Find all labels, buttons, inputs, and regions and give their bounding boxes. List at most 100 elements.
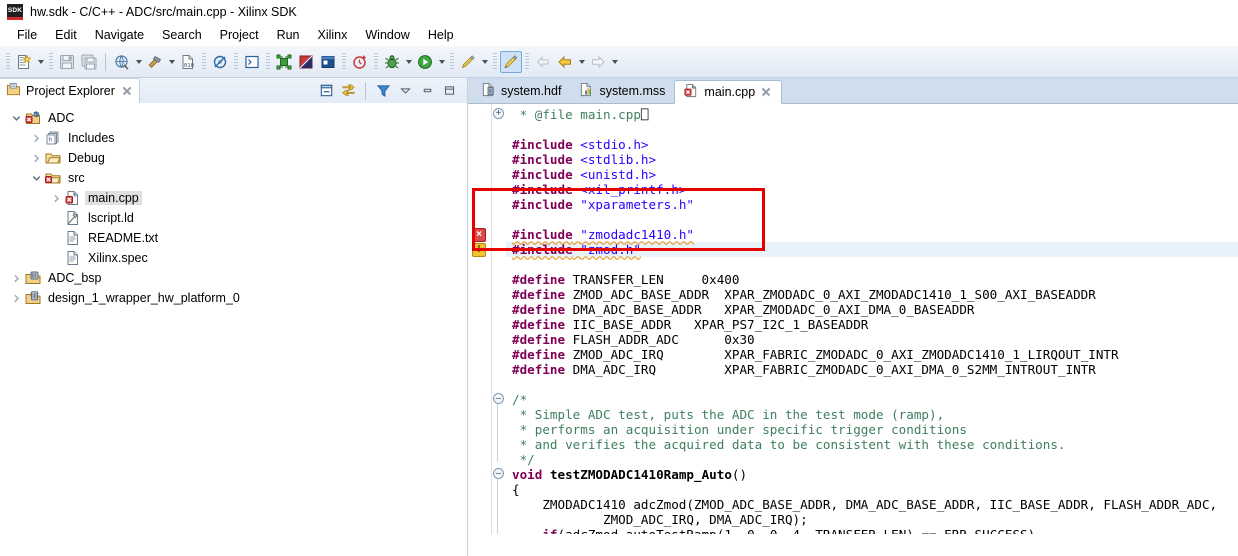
tree-item-lscript-ld[interactable]: lscript.ld <box>0 208 467 228</box>
print-icon[interactable] <box>111 51 133 73</box>
code-line[interactable]: void testZMODADC1410Ramp_Auto() <box>506 467 1238 482</box>
code-line[interactable]: * Simple ADC test, puts the ADC in the t… <box>506 407 1238 422</box>
repositories-icon[interactable] <box>349 51 371 73</box>
menu-xilinx[interactable]: Xilinx <box>309 26 357 44</box>
fold-collapse-icon[interactable]: – <box>493 393 504 404</box>
minimize-icon[interactable] <box>417 81 437 101</box>
code-line[interactable]: #define FLASH_ADDR_ADC 0x30 <box>506 332 1238 347</box>
maximize-icon[interactable] <box>439 81 459 101</box>
open-terminal-icon[interactable] <box>241 51 263 73</box>
project-explorer-tab[interactable]: Project Explorer <box>0 78 140 103</box>
code-line[interactable] <box>506 377 1238 392</box>
toolbar-grip[interactable] <box>266 52 270 71</box>
code-line[interactable]: * performs an acquisition under specific… <box>506 422 1238 437</box>
code-line[interactable]: * @file main.cpp⎕ <box>506 107 1238 122</box>
external-tools-dropdown-arrow-icon[interactable] <box>479 51 490 73</box>
menu-help[interactable]: Help <box>419 26 463 44</box>
source-editor[interactable]: × ! + – – * @file main.cpp⎕ #include <st… <box>468 104 1238 534</box>
chevron-right-icon[interactable] <box>28 130 44 146</box>
code-line[interactable]: #define DMA_ADC_BASE_ADDR XPAR_ZMODADC_0… <box>506 302 1238 317</box>
menu-run[interactable]: Run <box>268 26 309 44</box>
debug-bug-icon[interactable] <box>381 51 403 73</box>
toolbar-grip[interactable] <box>374 52 378 71</box>
new-icon[interactable] <box>13 51 35 73</box>
new-c-file-icon[interactable]: 010 <box>177 51 199 73</box>
build-hammer-icon[interactable] <box>144 51 166 73</box>
toolbar-grip[interactable] <box>202 52 206 71</box>
menu-navigate[interactable]: Navigate <box>86 26 153 44</box>
chevron-right-icon[interactable] <box>48 190 64 206</box>
save-icon[interactable] <box>56 51 78 73</box>
filter-icon[interactable] <box>373 81 393 101</box>
code-line[interactable] <box>506 122 1238 137</box>
toolbar-grip[interactable] <box>342 52 346 71</box>
chevron-right-icon[interactable] <box>28 150 44 166</box>
code-line[interactable]: if(adcZmod.autoTestRamp(1, 0, 0, 4, TRAN… <box>506 527 1238 534</box>
tab-main-cpp[interactable]: c main.cpp <box>674 80 783 104</box>
tree-item-debug[interactable]: Debug <box>0 148 467 168</box>
code-content[interactable]: * @file main.cpp⎕ #include <stdio.h> #inc… <box>506 104 1238 534</box>
create-boot-image-icon[interactable] <box>317 51 339 73</box>
code-line[interactable]: #include "xparameters.h" <box>506 197 1238 212</box>
code-line[interactable] <box>506 257 1238 272</box>
previous-dropdown-arrow-icon[interactable] <box>576 51 587 73</box>
marker-pen-icon[interactable] <box>500 50 522 73</box>
tree-item-readme-txt[interactable]: README.txt <box>0 228 467 248</box>
tree-item-main-cpp[interactable]: c main.cpp <box>0 188 467 208</box>
error-marker-icon[interactable]: × <box>472 228 486 242</box>
code-line[interactable]: #include <stdlib.h> <box>506 152 1238 167</box>
menu-project[interactable]: Project <box>211 26 268 44</box>
tree-item-includes[interactable]: h Includes <box>0 128 467 148</box>
tree-item-hw-platform[interactable]: design_1_wrapper_hw_platform_0 <box>0 288 467 308</box>
code-line[interactable]: { <box>506 482 1238 497</box>
debug-dropdown-arrow-icon[interactable] <box>403 51 414 73</box>
tree-item-src[interactable]: src <box>0 168 467 188</box>
chevron-right-icon[interactable] <box>8 290 24 306</box>
fold-expand-icon[interactable]: + <box>493 108 504 119</box>
external-tools-icon[interactable] <box>457 51 479 73</box>
code-line[interactable]: * and verifies the acquired data to be c… <box>506 437 1238 452</box>
chevron-down-icon[interactable] <box>28 170 44 186</box>
code-line[interactable]: #include "zmod.h" <box>506 242 1238 257</box>
code-line[interactable]: #define ZMOD_ADC_IRQ XPAR_FABRIC_ZMODADC… <box>506 347 1238 362</box>
code-line[interactable]: #include "zmodadc1410.h" <box>506 227 1238 242</box>
toolbar-grip[interactable] <box>525 52 529 71</box>
menu-file[interactable]: File <box>8 26 46 44</box>
code-line[interactable]: ZMOD_ADC_IRQ, DMA_ADC_IRQ); <box>506 512 1238 527</box>
fold-collapse-icon[interactable]: – <box>493 468 504 479</box>
link-with-editor-icon[interactable] <box>338 81 358 101</box>
chevron-right-icon[interactable] <box>8 270 24 286</box>
code-line[interactable]: ZMODADC1410 adcZmod(ZMOD_ADC_BASE_ADDR, … <box>506 497 1238 512</box>
code-line[interactable]: */ <box>506 452 1238 467</box>
chevron-down-icon[interactable] <box>8 110 24 126</box>
toolbar-grip[interactable] <box>49 52 53 71</box>
code-line[interactable]: #define IIC_BASE_ADDR XPAR_PS7_I2C_1_BAS… <box>506 317 1238 332</box>
build-dropdown-arrow-icon[interactable] <box>166 51 177 73</box>
new-dropdown-arrow-icon[interactable] <box>35 51 46 73</box>
project-explorer-tree[interactable]: ADC h Includes Debug src c main.cpp lscr… <box>0 103 467 556</box>
forward-dropdown-arrow-icon[interactable] <box>609 51 620 73</box>
back-icon[interactable] <box>532 51 554 73</box>
code-line[interactable]: #include <stdio.h> <box>506 137 1238 152</box>
run-dropdown-arrow-icon[interactable] <box>436 51 447 73</box>
code-line[interactable]: #include <unistd.h> <box>506 167 1238 182</box>
run-icon[interactable] <box>414 51 436 73</box>
toolbar-grip[interactable] <box>450 52 454 71</box>
tab-system-hdf[interactable]: system.hdf <box>472 79 570 103</box>
editor-annotation-ruler[interactable]: × ! <box>468 104 492 534</box>
previous-icon[interactable] <box>554 51 576 73</box>
forward-icon[interactable] <box>587 51 609 73</box>
toolbar-grip[interactable] <box>234 52 238 71</box>
close-icon[interactable] <box>760 86 772 98</box>
menu-window[interactable]: Window <box>356 26 418 44</box>
print-dropdown-arrow-icon[interactable] <box>133 51 144 73</box>
code-line[interactable]: #include <xil_printf.h> <box>506 182 1238 197</box>
menu-edit[interactable]: Edit <box>46 26 86 44</box>
program-fpga-icon[interactable] <box>273 51 295 73</box>
tree-item-adc-bsp[interactable]: ADC_bsp <box>0 268 467 288</box>
xsct-console-icon[interactable] <box>295 51 317 73</box>
warning-marker-icon[interactable]: ! <box>472 243 486 257</box>
collapse-all-icon[interactable] <box>316 81 336 101</box>
code-line[interactable] <box>506 212 1238 227</box>
code-line[interactable]: #define TRANSFER_LEN 0x400 <box>506 272 1238 287</box>
